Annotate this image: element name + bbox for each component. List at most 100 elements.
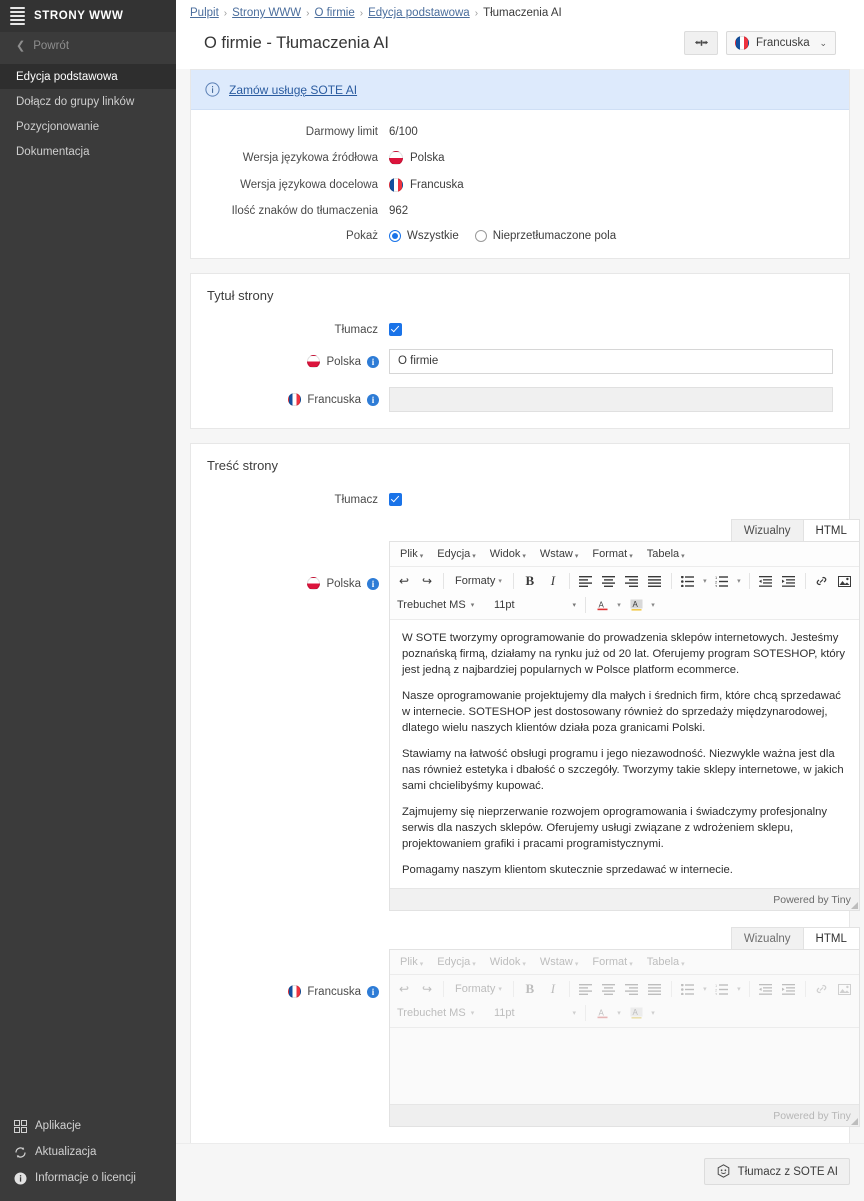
breadcrumb-item-strony-www[interactable]: Strony WWW (232, 7, 301, 19)
redo-icon[interactable]: ↪ (416, 570, 438, 592)
sidebar-item-edycja-podstawowa[interactable]: Edycja podstawowa (0, 64, 176, 89)
undo-icon[interactable]: ↩ (393, 978, 415, 1000)
info-icon[interactable]: i (367, 985, 379, 998)
bullet-list-icon[interactable] (677, 978, 699, 1000)
tab-wizualny[interactable]: Wizualny (730, 927, 804, 949)
language-selector[interactable]: Francuska ⌄ (726, 31, 836, 55)
italic-icon[interactable]: I (542, 978, 564, 1000)
image-icon[interactable] (834, 570, 856, 592)
menu-edycja[interactable]: Edycja ▾ (431, 546, 482, 562)
formats-dropdown[interactable]: Formaty ▾ (449, 570, 508, 592)
menu-plik[interactable]: Plik ▾ (394, 954, 429, 970)
sidebar-item-dokumentacja[interactable]: Dokumentacja (0, 139, 176, 164)
bullet-list-icon[interactable] (677, 570, 699, 592)
bold-icon[interactable]: B (519, 978, 541, 1000)
sidebar-brand[interactable]: STRONY WWW (0, 0, 176, 32)
sidebar-item-dolacz-do-grupy-linkow[interactable]: Dołącz do grupy linków (0, 89, 176, 114)
radio-wszystkie[interactable]: Wszystkie (389, 230, 459, 242)
resize-grip-icon[interactable] (850, 902, 858, 909)
numbered-list-icon[interactable]: 123 (711, 978, 733, 1000)
menu-plik[interactable]: Plik ▾ (394, 546, 429, 562)
bullet-list-dropdown-icon[interactable]: ▾ (700, 570, 710, 592)
align-right-icon[interactable] (621, 570, 643, 592)
menu-widok[interactable]: Widok ▾ (484, 546, 532, 562)
menu-edycja[interactable]: Edycja ▾ (431, 954, 482, 970)
bullet-list-dropdown-icon[interactable]: ▾ (700, 978, 710, 1000)
bold-icon[interactable]: B (519, 570, 541, 592)
translate-checkbox-title[interactable] (389, 323, 402, 336)
menu-label: Wstaw (539, 956, 573, 968)
info-icon[interactable]: i (367, 355, 379, 368)
indent-icon[interactable] (778, 570, 800, 592)
align-right-icon[interactable] (621, 978, 643, 1000)
link-icon[interactable] (811, 570, 833, 592)
sidebar-item-informacje-o-licencji[interactable]: Informacje o licencji (0, 1165, 176, 1191)
sidebar-item-pozycjonowanie[interactable]: Pozycjonowanie (0, 114, 176, 139)
field-label: Ilość znaków do tłumaczenia (231, 205, 378, 217)
text-color-dropdown-icon[interactable]: ▾ (614, 1002, 624, 1024)
formats-dropdown[interactable]: Formaty ▾ (449, 978, 508, 1000)
sidebar-item-aplikacje[interactable]: Aplikacje (0, 1113, 176, 1139)
editor-content-french[interactable] (390, 1028, 859, 1104)
editor-content-polish[interactable]: W SOTE tworzymy oprogramowanie do prowad… (390, 620, 859, 888)
text-color-icon[interactable]: A (591, 594, 613, 616)
order-sote-ai-link[interactable]: Zamów usługę SOTE AI (229, 83, 357, 97)
numbered-list-dropdown-icon[interactable]: ▾ (734, 570, 744, 592)
text-color-dropdown-icon[interactable]: ▾ (614, 594, 624, 616)
title-target-input[interactable] (389, 387, 833, 412)
menu-wstaw[interactable]: Wstaw ▾ (534, 546, 585, 562)
align-left-icon[interactable] (575, 570, 597, 592)
menu-tabela[interactable]: Tabela ▾ (641, 954, 691, 970)
menu-widok[interactable]: Widok ▾ (484, 954, 532, 970)
hamburger-menu-icon[interactable] (10, 7, 25, 25)
background-color-dropdown-icon[interactable]: ▾ (648, 594, 658, 616)
text-color-icon[interactable]: A (591, 1002, 613, 1024)
image-icon[interactable] (834, 978, 856, 1000)
undo-icon[interactable]: ↩ (393, 570, 415, 592)
align-center-icon[interactable] (598, 978, 620, 1000)
outdent-icon[interactable] (755, 978, 777, 1000)
field-label: Darmowy limit (305, 126, 378, 138)
tab-html[interactable]: HTML (803, 519, 860, 541)
font-size-select[interactable]: 11pt ▾ (490, 594, 580, 616)
radio-nieprzetlumaczone-pola[interactable]: Nieprzetłumaczone pola (474, 230, 616, 242)
redo-icon[interactable]: ↪ (416, 978, 438, 1000)
align-justify-icon[interactable] (644, 978, 666, 1000)
background-color-dropdown-icon[interactable]: ▾ (648, 1002, 658, 1024)
swap-language-button[interactable] (684, 31, 718, 55)
tab-wizualny[interactable]: Wizualny (730, 519, 804, 541)
menu-tabela[interactable]: Tabela ▾ (641, 546, 691, 562)
menu-format[interactable]: Format ▾ (586, 954, 638, 970)
outdent-icon[interactable] (755, 570, 777, 592)
indent-icon[interactable] (778, 978, 800, 1000)
breadcrumb-item-pulpit[interactable]: Pulpit (190, 7, 219, 19)
font-family-select[interactable]: Trebuchet MS ▾ (393, 594, 489, 616)
translate-checkbox-content[interactable] (389, 493, 402, 506)
align-center-icon[interactable] (598, 570, 620, 592)
resize-grip-icon[interactable] (850, 1118, 858, 1125)
sidebar-back-button[interactable]: ❮ Powrót (0, 32, 176, 60)
align-left-icon[interactable] (575, 978, 597, 1000)
title-source-input[interactable]: O firmie (389, 349, 833, 374)
info-icon[interactable]: i (367, 577, 379, 590)
font-size-select[interactable]: 11pt ▾ (490, 1002, 580, 1024)
menu-format[interactable]: Format ▾ (586, 546, 638, 562)
numbered-list-icon[interactable]: 123 (711, 570, 733, 592)
info-icon[interactable]: i (367, 393, 379, 406)
font-family-select[interactable]: Trebuchet MS ▾ (393, 1002, 489, 1024)
breadcrumb-item-edycja-podstawowa[interactable]: Edycja podstawowa (368, 7, 470, 19)
flag-france-icon (288, 393, 302, 406)
breadcrumb-item-o-firmie[interactable]: O firmie (314, 7, 354, 19)
tab-html[interactable]: HTML (803, 927, 860, 949)
menu-wstaw[interactable]: Wstaw ▾ (534, 954, 585, 970)
field-value: Francuska (410, 179, 464, 191)
align-justify-icon[interactable] (644, 570, 666, 592)
grid-icon (14, 1119, 27, 1133)
background-color-icon[interactable]: A (625, 594, 647, 616)
italic-icon[interactable]: I (542, 570, 564, 592)
sidebar-item-aktualizacja[interactable]: Aktualizacja (0, 1139, 176, 1165)
numbered-list-dropdown-icon[interactable]: ▾ (734, 978, 744, 1000)
background-color-icon[interactable]: A (625, 1002, 647, 1024)
translate-with-sote-ai-button[interactable]: Tłumacz z SOTE AI (703, 1158, 850, 1185)
link-icon[interactable] (811, 978, 833, 1000)
